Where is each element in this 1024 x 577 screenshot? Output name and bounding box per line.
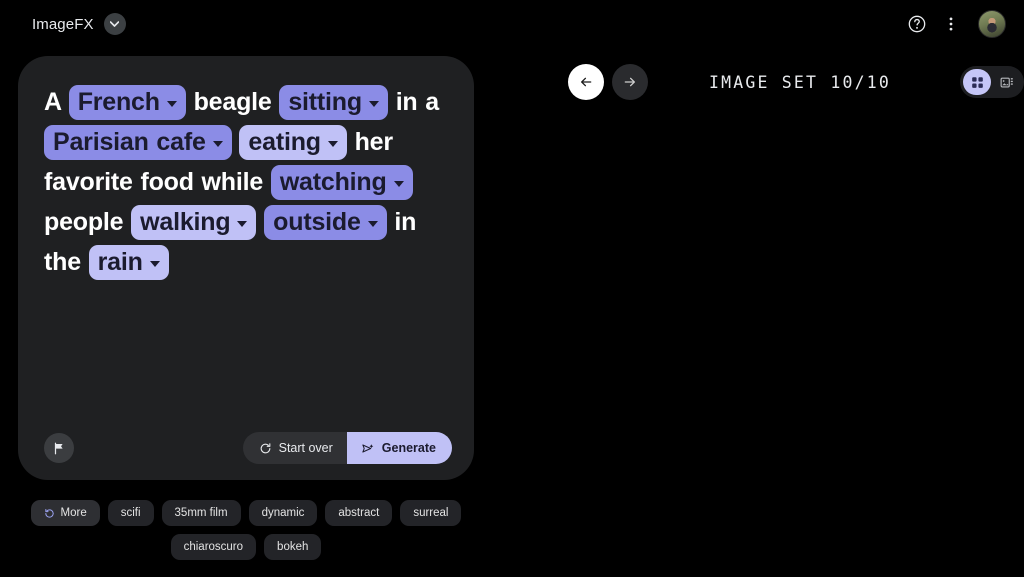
prompt-chip[interactable]: walking: [131, 205, 257, 240]
prompt-chip[interactable]: rain: [88, 245, 169, 280]
prompt-chip-label: outside: [273, 208, 361, 236]
prompt-card: A French beagle sitting in a Parisian ca…: [18, 56, 474, 480]
prompt-card-footer: Start over Generate: [44, 432, 452, 464]
chevron-down-icon: [368, 100, 379, 107]
chevron-down-icon: [327, 140, 338, 147]
generate-label: Generate: [381, 441, 436, 455]
chevron-down-icon: [149, 260, 160, 267]
suggestion-chip[interactable]: abstract: [325, 500, 393, 526]
prompt-chip-label: eating: [248, 128, 321, 156]
prompt-chip-label: rain: [97, 248, 143, 276]
view-toggle: [960, 66, 1024, 98]
chevron-down-icon: [166, 100, 177, 107]
prompt-actions: Start over Generate: [242, 432, 452, 464]
suggestion-chip[interactable]: dynamic: [248, 500, 318, 526]
prompt-chip[interactable]: sitting: [279, 85, 388, 120]
previous-set-button[interactable]: [568, 64, 604, 100]
flag-icon[interactable]: [44, 433, 74, 463]
chevron-down-icon: [393, 180, 404, 187]
prompt-chip-label: watching: [279, 168, 387, 196]
image-set-title: IMAGE SET 10/10: [708, 72, 891, 92]
chevron-down-icon: [237, 220, 248, 227]
send-icon: [361, 442, 375, 455]
refresh-icon: [259, 442, 272, 455]
prompt-chip[interactable]: French: [68, 85, 186, 120]
prompt-editor[interactable]: A French beagle sitting in a Parisian ca…: [44, 82, 448, 282]
suggestion-more-button[interactable]: More: [30, 500, 100, 526]
prompt-chip-label: sitting: [288, 88, 362, 116]
generate-button[interactable]: Generate: [346, 432, 452, 464]
suggestion-chip[interactable]: surreal: [400, 500, 462, 526]
prompt-chip[interactable]: outside: [264, 205, 387, 240]
imagefx-app: ImageFX A French beagle sitting in a Par…: [0, 0, 1024, 577]
suggestion-more-label: More: [60, 507, 87, 519]
start-over-label: Start over: [278, 441, 333, 455]
prompt-chip-label: walking: [140, 208, 231, 236]
chevron-down-icon: [212, 140, 223, 147]
prompt-chip-label: Parisian cafe: [53, 128, 206, 156]
start-over-button[interactable]: Start over: [242, 432, 347, 464]
prompt-chip-label: French: [77, 88, 160, 116]
image-set-panel: IMAGE SET 10/10: [500, 0, 1024, 577]
prompt-static-text: A: [44, 88, 61, 116]
app-brand: ImageFX: [32, 15, 94, 33]
prompt-static-text: beagle: [193, 88, 272, 116]
chevron-down-icon[interactable]: [103, 13, 126, 35]
suggestion-chips: More scifi 35mm film dynamic abstract surreal…: [18, 500, 474, 560]
image-set-header: IMAGE SET 10/10: [568, 62, 1024, 102]
prompt-chip[interactable]: watching: [270, 165, 413, 200]
prompt-chip[interactable]: Parisian cafe: [44, 125, 232, 160]
prompt-chip[interactable]: eating: [239, 125, 347, 160]
prompt-static-text: in a: [395, 88, 439, 116]
detail-view-icon[interactable]: [993, 69, 1021, 95]
suggestion-chip[interactable]: chiaroscuro: [170, 534, 257, 560]
prompt-static-text: people: [44, 208, 124, 236]
chevron-down-icon: [367, 220, 378, 227]
refresh-icon: [44, 508, 55, 519]
grid-view-icon[interactable]: [963, 69, 991, 95]
suggestion-chip[interactable]: 35mm film: [161, 500, 241, 526]
suggestion-chip[interactable]: scifi: [107, 500, 154, 526]
suggestion-chip[interactable]: bokeh: [264, 534, 322, 560]
